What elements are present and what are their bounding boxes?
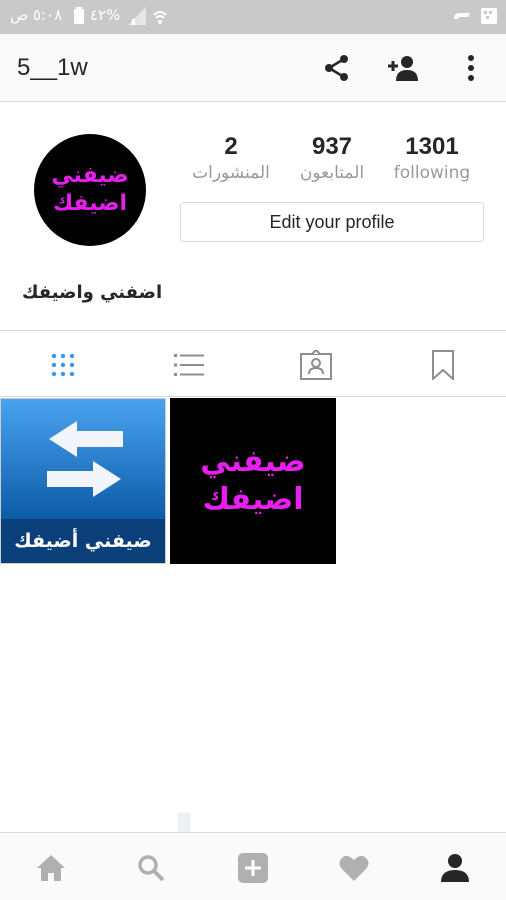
status-battery-text: %٤٢ bbox=[90, 6, 121, 24]
post-thumbnail-1[interactable]: ضيفني أضيفك bbox=[0, 398, 166, 564]
app-notification-icon bbox=[454, 13, 470, 19]
post-1-caption: ضيفني أضيفك bbox=[1, 519, 165, 563]
edit-profile-button[interactable]: Edit your profile bbox=[180, 202, 484, 242]
search-icon[interactable] bbox=[133, 850, 169, 886]
grid-icon[interactable] bbox=[45, 347, 81, 383]
wifi-icon bbox=[153, 11, 167, 24]
list-icon[interactable] bbox=[171, 347, 207, 383]
post-2-line2: اضيفك bbox=[202, 482, 304, 517]
avatar-text-line2: اضيفك bbox=[52, 191, 128, 216]
post-thumbnail-2[interactable]: ضيفني اضيفك bbox=[170, 398, 336, 564]
stat-following[interactable]: 1301 following bbox=[382, 133, 482, 183]
posts-count: 2 bbox=[224, 133, 238, 160]
bbm-notification-icon bbox=[481, 8, 497, 24]
add-user-icon[interactable] bbox=[386, 50, 422, 86]
bottom-nav bbox=[0, 832, 506, 900]
profile-tabs bbox=[0, 330, 506, 397]
stat-followers[interactable]: 937 المتابعون bbox=[282, 133, 382, 183]
share-icon[interactable] bbox=[319, 50, 355, 86]
heart-icon[interactable] bbox=[336, 850, 372, 886]
battery-icon bbox=[74, 7, 84, 24]
stat-posts[interactable]: 2 المنشورات bbox=[181, 133, 281, 183]
post-2-line1: ضيفني bbox=[200, 444, 306, 479]
status-bar: ٥:٠٨ ص %٤٢ bbox=[0, 0, 506, 34]
signal-icon bbox=[128, 7, 146, 25]
top-bar: 5__1w bbox=[0, 34, 506, 102]
tagged-icon[interactable] bbox=[298, 347, 334, 383]
followers-count: 937 bbox=[311, 133, 353, 160]
profile-icon[interactable] bbox=[437, 850, 473, 886]
add-post-icon[interactable] bbox=[235, 850, 271, 886]
more-vertical-icon[interactable] bbox=[453, 50, 489, 86]
posts-label: المنشورات bbox=[192, 163, 270, 183]
following-count: 1301 bbox=[405, 133, 459, 160]
following-label: following bbox=[393, 163, 471, 183]
status-time: ٥:٠٨ ص bbox=[10, 6, 63, 24]
avatar[interactable]: ضيفني اضيفك bbox=[34, 134, 146, 246]
profile-bio: اضفني واضيفك bbox=[22, 282, 163, 303]
saved-icon[interactable] bbox=[425, 347, 461, 383]
avatar-text-line1: ضيفني bbox=[51, 163, 129, 188]
arrows-icon bbox=[1, 399, 165, 521]
followers-label: المتابعون bbox=[299, 163, 365, 183]
profile-username: 5__1w bbox=[17, 54, 88, 81]
home-icon[interactable] bbox=[33, 850, 69, 886]
